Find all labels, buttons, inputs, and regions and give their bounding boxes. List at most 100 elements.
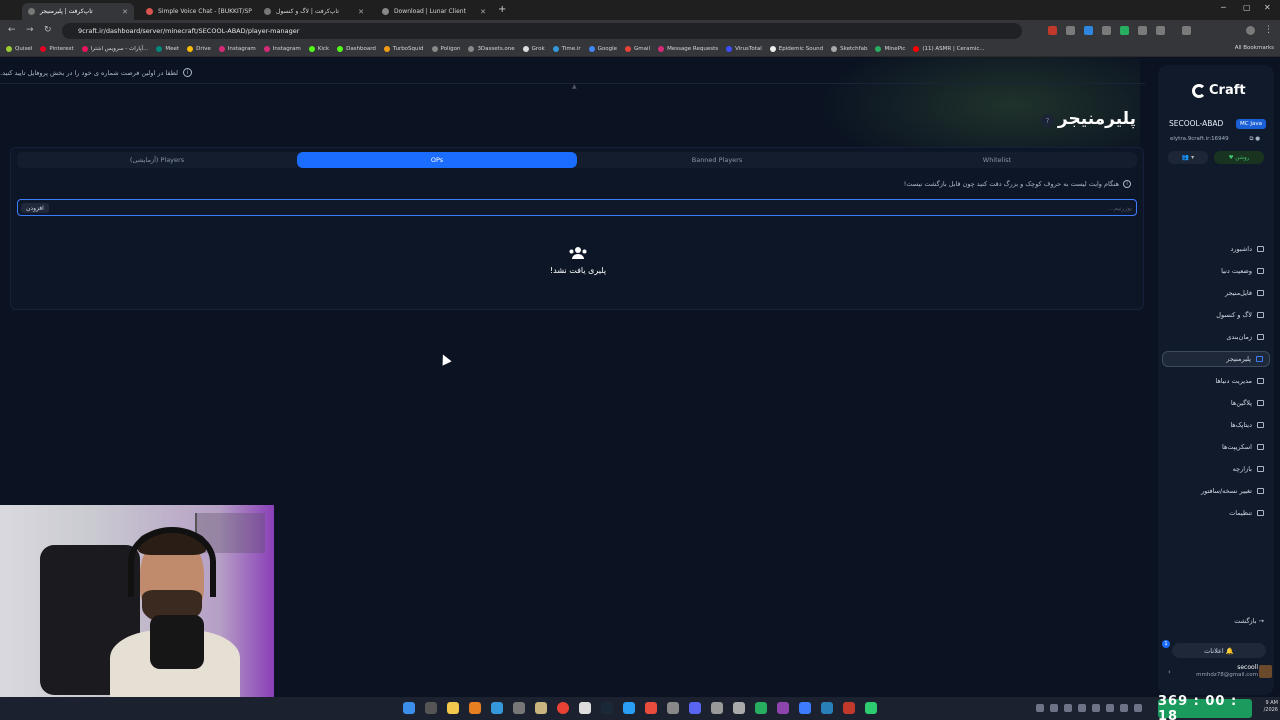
chevron-left-icon[interactable]: ‹ (1168, 668, 1171, 676)
maximize-icon[interactable]: ▢ (1243, 3, 1251, 12)
sidebar-item-dashboard[interactable]: داشبورد (1162, 241, 1270, 257)
sidebar-item-world-status[interactable]: وضعیت دنیا (1162, 263, 1270, 279)
back-arrow-icon[interactable]: ← (8, 25, 16, 35)
tab-close-icon[interactable]: ✕ (476, 8, 486, 16)
bookmark-item[interactable]: Sketchfab (831, 46, 867, 52)
username-input[interactable] (832, 202, 1132, 214)
sidebar-item-file-manager[interactable]: فایل‌منیجر (1162, 285, 1270, 301)
extensions-puzzle-icon[interactable] (1156, 26, 1165, 35)
bookmark-item[interactable]: Time.ir (552, 46, 581, 52)
tray-icon[interactable] (1134, 704, 1142, 712)
bookmark-item[interactable]: Instagram (218, 46, 256, 52)
taskbar-app-icon[interactable] (535, 702, 547, 714)
bookmark-item[interactable]: 3Dassets.one (468, 46, 515, 52)
taskbar-app-icon[interactable] (469, 702, 481, 714)
add-player-button[interactable]: افزودن (21, 203, 49, 213)
bookmark-item[interactable]: آپارات - سرویس اشترا... (81, 46, 148, 52)
bookmark-item[interactable]: (11) ASMR | Ceramic... (913, 46, 985, 52)
forward-arrow-icon[interactable]: → (26, 25, 34, 35)
steam-icon[interactable] (601, 702, 613, 714)
extension-icon[interactable] (1066, 26, 1075, 35)
bookmark-item[interactable]: Message Requests (658, 46, 718, 52)
new-tab-icon[interactable]: + (498, 4, 506, 15)
taskbar-app-icon[interactable] (711, 702, 723, 714)
tray-icon[interactable] (1078, 704, 1086, 712)
taskbar-app-icon[interactable] (799, 702, 811, 714)
browser-tab-player-manager[interactable]: تاپ‌کرفت | پلیرمنیجر ✕ (22, 3, 134, 20)
bookmark-item[interactable]: Kick (308, 46, 329, 52)
avatar[interactable] (1259, 665, 1272, 678)
extension-icon[interactable] (1102, 26, 1111, 35)
taskbar-app-icon[interactable] (579, 702, 591, 714)
bookmark-item[interactable]: Meet (156, 46, 179, 52)
sidebar-item-change-version[interactable]: تغییر نسخه/سافتور (1162, 483, 1270, 499)
tray-icon[interactable] (1092, 704, 1100, 712)
server-players-button[interactable]: 👥 ▾ (1168, 151, 1208, 164)
address-bar[interactable]: 9craft.ir/dashboard/server/minecraft/SEC… (62, 23, 1022, 39)
tab-players[interactable]: (آزمایشی) Players (17, 152, 297, 168)
bookmark-item[interactable]: Grok (522, 46, 545, 52)
chrome-icon[interactable] (557, 702, 569, 714)
sidebar-item-log-console[interactable]: لاگ و کنسول (1162, 307, 1270, 323)
extension-icon[interactable] (1048, 26, 1057, 35)
tab-whitelist[interactable]: Whitelist (857, 152, 1137, 168)
notifications-button[interactable]: اعلانات 🔔 (1172, 643, 1266, 658)
tray-icon[interactable] (1050, 704, 1058, 712)
tray-icon[interactable] (1106, 704, 1114, 712)
bookmark-item[interactable]: Poligon (431, 46, 460, 52)
all-bookmarks-link[interactable]: All Bookmarks (1235, 45, 1274, 51)
bookmark-item[interactable]: Pinterest (40, 46, 74, 52)
browser-tab-log-console[interactable]: تاپ‌کرفت | لاگ و کنسول ✕ (258, 3, 370, 20)
sidebar-item-world-management[interactable]: مدیریت دنیاها (1162, 373, 1270, 389)
collapse-chevron-icon[interactable]: ▲ (572, 83, 577, 90)
bookmark-item[interactable]: Quixel (6, 46, 32, 52)
tab-close-icon[interactable]: ✕ (354, 8, 364, 16)
back-button[interactable]: بازگشت → (1162, 613, 1270, 629)
minecraft-icon[interactable] (865, 702, 877, 714)
bookmark-item[interactable]: Gmail (625, 46, 650, 52)
file-explorer-icon[interactable] (447, 702, 459, 714)
settings-icon[interactable] (513, 702, 525, 714)
menu-dots-icon[interactable]: ⋮ (1264, 25, 1273, 35)
server-status-badge[interactable]: ♥ روشن (1214, 151, 1264, 164)
bookmark-item[interactable]: Google (588, 46, 617, 52)
sidebar-item-scripts[interactable]: اسکریپت‌ها (1162, 439, 1270, 455)
sidebar-item-player-manager[interactable]: پلیرمنیجر (1162, 351, 1270, 367)
profile-icon[interactable] (1182, 26, 1191, 35)
taskbar-app-icon[interactable] (843, 702, 855, 714)
system-clock[interactable]: 9 AM /2026 (1256, 700, 1278, 714)
logo[interactable]: Craft (1192, 83, 1246, 98)
browser-tab-simple-voice-chat[interactable]: Simple Voice Chat - [BUKKIT/SP ✕ (140, 3, 252, 20)
avatar[interactable] (1246, 26, 1255, 35)
taskbar-app-icon[interactable] (491, 702, 503, 714)
discord-icon[interactable] (689, 702, 701, 714)
bookmark-item[interactable]: VirusTotal (726, 46, 762, 52)
tab-ops[interactable]: OPs (297, 152, 577, 168)
taskbar-app-icon[interactable] (623, 702, 635, 714)
tray-icon[interactable] (1120, 704, 1128, 712)
taskbar-app-icon[interactable] (755, 702, 767, 714)
extension-icon[interactable] (1138, 26, 1147, 35)
bookmark-item[interactable]: MinePic (875, 46, 905, 52)
taskbar-app-icon[interactable] (425, 702, 437, 714)
extension-icon[interactable] (1084, 26, 1093, 35)
browser-tab-lunar-client[interactable]: Download | Lunar Client ✕ (376, 3, 492, 20)
sidebar-item-marketplace[interactable]: بازارچه (1162, 461, 1270, 477)
tray-icon[interactable] (1064, 704, 1072, 712)
help-icon[interactable]: ? (1041, 114, 1054, 127)
bookmark-item[interactable]: Drive (187, 46, 211, 52)
tray-icon[interactable] (1036, 704, 1044, 712)
tab-banned-players[interactable]: Banned Players (577, 152, 857, 168)
taskbar-app-icon[interactable] (645, 702, 657, 714)
bookmark-item[interactable]: Dashboard (337, 46, 376, 52)
extension-icon[interactable] (1120, 26, 1129, 35)
minimize-icon[interactable]: ─ (1221, 3, 1226, 12)
taskbar-app-icon[interactable] (733, 702, 745, 714)
bookmark-item[interactable]: TurboSquid (383, 46, 424, 52)
reload-icon[interactable]: ↻ (44, 25, 52, 35)
taskbar-app-icon[interactable] (777, 702, 789, 714)
taskbar-app-icon[interactable] (667, 702, 679, 714)
tab-close-icon[interactable]: ✕ (118, 8, 128, 16)
bookmark-item[interactable]: Instagram (263, 46, 301, 52)
sidebar-item-settings[interactable]: تنظیمات (1162, 505, 1270, 521)
